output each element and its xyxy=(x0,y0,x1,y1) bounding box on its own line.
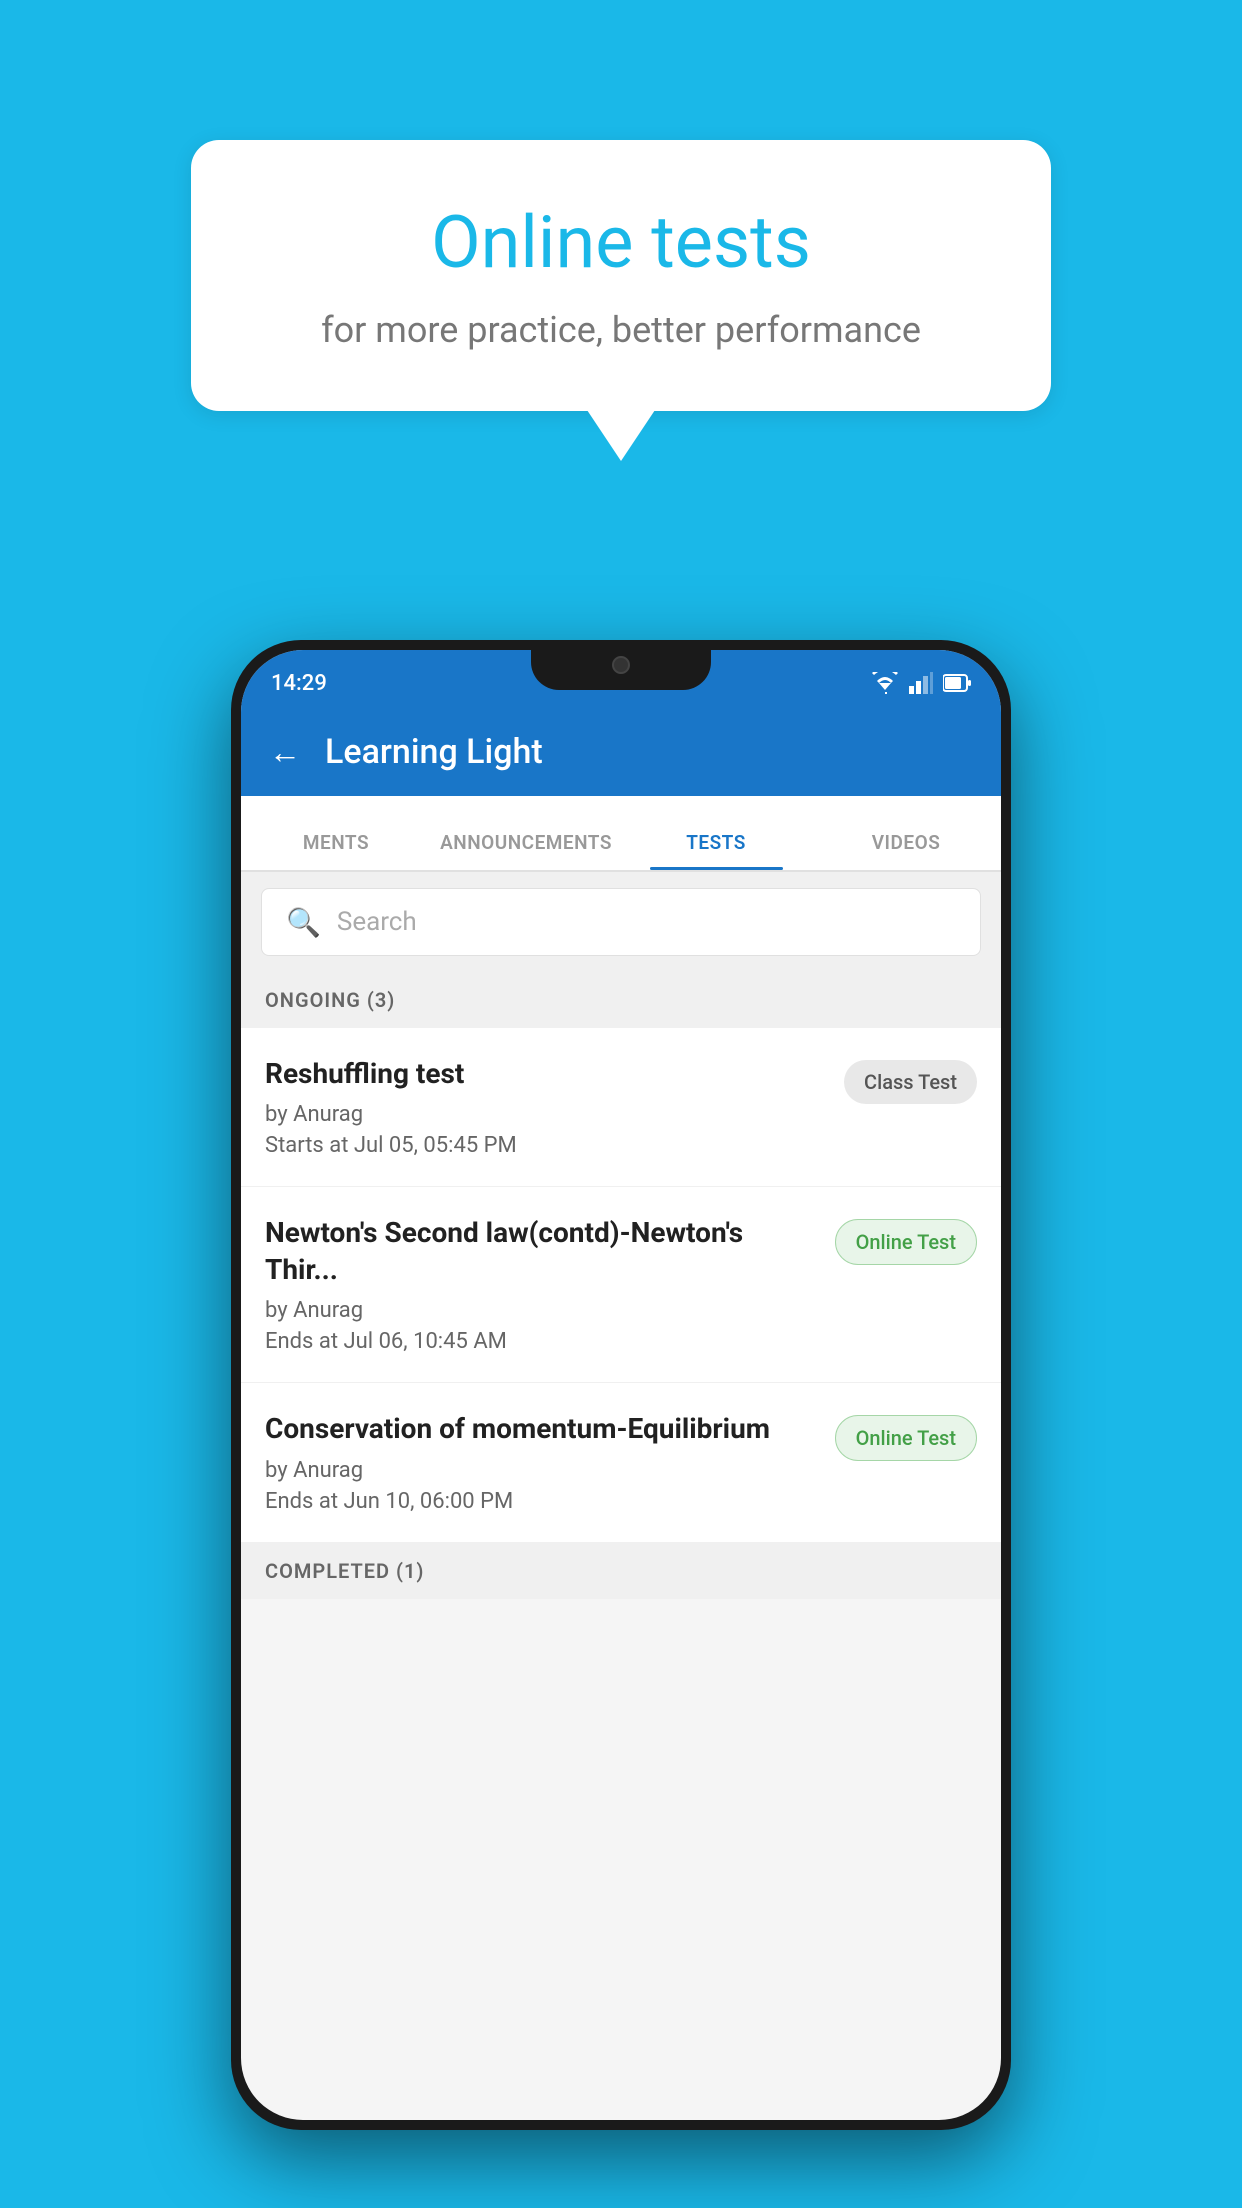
app-header: ← Learning Light xyxy=(241,708,1001,796)
signal-icon xyxy=(909,672,933,694)
test-title-3: Conservation of momentum-Equilibrium xyxy=(265,1411,819,1447)
test-item-reshuffling[interactable]: Reshuffling test by Anurag Starts at Jul… xyxy=(241,1028,1001,1187)
tab-tests[interactable]: TESTS xyxy=(621,831,811,870)
test-item-conservation[interactable]: Conservation of momentum-Equilibrium by … xyxy=(241,1383,1001,1542)
test-title-1: Reshuffling test xyxy=(265,1056,828,1092)
test-list: Reshuffling test by Anurag Starts at Jul… xyxy=(241,1028,1001,1543)
test-date-1: Starts at Jul 05, 05:45 PM xyxy=(265,1133,828,1158)
phone-screen: 14:29 xyxy=(241,650,1001,2120)
test-info-2: Newton's Second law(contd)-Newton's Thir… xyxy=(265,1215,819,1354)
test-info-3: Conservation of momentum-Equilibrium by … xyxy=(265,1411,819,1513)
search-icon: 🔍 xyxy=(286,906,321,939)
wifi-icon xyxy=(871,672,899,694)
test-badge-2: Online Test xyxy=(835,1219,977,1265)
test-date-2: Ends at Jul 06, 10:45 AM xyxy=(265,1329,819,1354)
status-icons xyxy=(871,672,971,694)
test-item-newton[interactable]: Newton's Second law(contd)-Newton's Thir… xyxy=(241,1187,1001,1383)
front-camera xyxy=(612,656,630,674)
status-time: 14:29 xyxy=(271,671,327,696)
test-badge-3: Online Test xyxy=(835,1415,977,1461)
test-author-1: by Anurag xyxy=(265,1102,828,1127)
back-button[interactable]: ← xyxy=(269,733,301,771)
tabs-bar: MENTS ANNOUNCEMENTS TESTS VIDEOS xyxy=(241,796,1001,872)
speech-bubble: Online tests for more practice, better p… xyxy=(191,140,1051,411)
tab-ments[interactable]: MENTS xyxy=(241,831,431,870)
completed-section-header: COMPLETED (1) xyxy=(241,1543,1001,1599)
phone-mockup: 14:29 xyxy=(231,640,1011,2130)
tab-videos[interactable]: VIDEOS xyxy=(811,831,1001,870)
battery-icon xyxy=(943,673,971,693)
test-title-2: Newton's Second law(contd)-Newton's Thir… xyxy=(265,1215,819,1288)
test-date-3: Ends at Jun 10, 06:00 PM xyxy=(265,1489,819,1514)
search-input[interactable]: Search xyxy=(337,907,417,937)
test-author-2: by Anurag xyxy=(265,1298,819,1323)
bubble-subtitle: for more practice, better performance xyxy=(261,309,981,351)
search-container: 🔍 Search xyxy=(241,872,1001,972)
test-info-1: Reshuffling test by Anurag Starts at Jul… xyxy=(265,1056,828,1158)
search-bar[interactable]: 🔍 Search xyxy=(261,888,981,956)
phone-notch xyxy=(531,640,711,690)
test-author-3: by Anurag xyxy=(265,1458,819,1483)
phone-outer: 14:29 xyxy=(231,640,1011,2130)
ongoing-section-header: ONGOING (3) xyxy=(241,972,1001,1028)
test-badge-1: Class Test xyxy=(844,1060,977,1104)
tab-announcements[interactable]: ANNOUNCEMENTS xyxy=(431,831,621,870)
speech-bubble-container: Online tests for more practice, better p… xyxy=(191,140,1051,411)
app-title: Learning Light xyxy=(325,732,543,772)
bubble-title: Online tests xyxy=(261,200,981,285)
